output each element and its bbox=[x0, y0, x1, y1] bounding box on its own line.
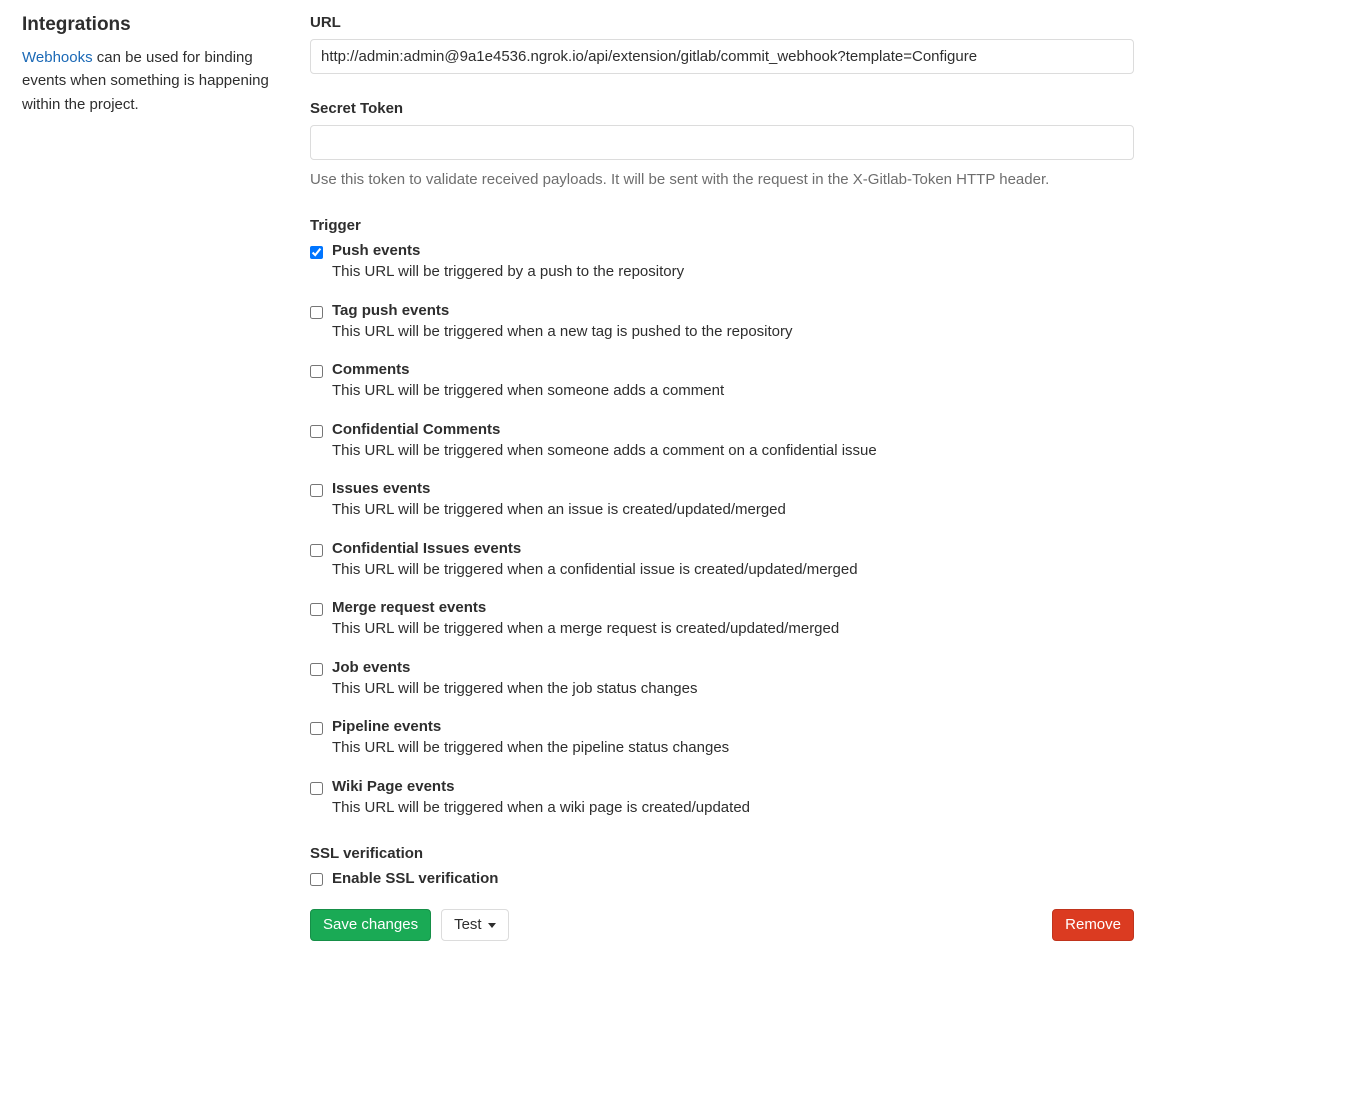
trigger-item: Confidential Issues events This URL will … bbox=[310, 540, 1134, 582]
trigger-title: Push events bbox=[332, 242, 1134, 259]
trigger-description: This URL will be triggered when someone … bbox=[332, 380, 1134, 403]
url-label: URL bbox=[310, 14, 1134, 31]
trigger-checkbox[interactable] bbox=[310, 484, 323, 497]
trigger-item: Tag push events This URL will be triggere… bbox=[310, 302, 1134, 344]
trigger-item: Job events This URL will be triggered whe… bbox=[310, 659, 1134, 701]
trigger-description: This URL will be triggered when a merge … bbox=[332, 618, 1134, 641]
trigger-item: Wiki Page events This URL will be trigger… bbox=[310, 778, 1134, 820]
webhooks-link[interactable]: Webhooks bbox=[22, 49, 93, 66]
chevron-down-icon bbox=[488, 923, 496, 928]
trigger-checkbox[interactable] bbox=[310, 306, 323, 319]
trigger-title: Wiki Page events bbox=[332, 778, 1134, 795]
ssl-verification-checkbox[interactable] bbox=[310, 873, 323, 886]
test-dropdown-button[interactable]: Test bbox=[441, 909, 509, 941]
trigger-checkbox[interactable] bbox=[310, 663, 323, 676]
sidebar: Integrations Webhooks can be used for bi… bbox=[22, 14, 270, 116]
trigger-title: Pipeline events bbox=[332, 718, 1134, 735]
sidebar-heading: Integrations bbox=[22, 14, 270, 36]
trigger-title: Tag push events bbox=[332, 302, 1134, 319]
trigger-title: Merge request events bbox=[332, 599, 1134, 616]
ssl-verification-label: Enable SSL verification bbox=[332, 870, 498, 887]
trigger-description: This URL will be triggered when a wiki p… bbox=[332, 797, 1134, 820]
trigger-item: Comments This URL will be triggered when … bbox=[310, 361, 1134, 403]
trigger-checkbox[interactable] bbox=[310, 365, 323, 378]
trigger-title: Issues events bbox=[332, 480, 1134, 497]
trigger-description: This URL will be triggered when the job … bbox=[332, 678, 1134, 701]
trigger-list: Push events This URL will be triggered by… bbox=[310, 242, 1134, 819]
trigger-description: This URL will be triggered when someone … bbox=[332, 440, 1134, 463]
ssl-verification-row: Enable SSL verification bbox=[310, 870, 1134, 887]
trigger-description: This URL will be triggered when a confid… bbox=[332, 559, 1134, 582]
trigger-checkbox[interactable] bbox=[310, 246, 323, 259]
save-button[interactable]: Save changes bbox=[310, 909, 431, 941]
trigger-description: This URL will be triggered when a new ta… bbox=[332, 321, 1134, 344]
trigger-description: This URL will be triggered when an issue… bbox=[332, 499, 1134, 522]
trigger-checkbox[interactable] bbox=[310, 425, 323, 438]
main-form: URL Secret Token Use this token to valid… bbox=[310, 14, 1134, 941]
trigger-title: Confidential Comments bbox=[332, 421, 1134, 438]
url-input[interactable] bbox=[310, 39, 1134, 74]
test-button-label: Test bbox=[454, 916, 482, 934]
trigger-description: This URL will be triggered when the pipe… bbox=[332, 737, 1134, 760]
trigger-checkbox[interactable] bbox=[310, 603, 323, 616]
trigger-title: Comments bbox=[332, 361, 1134, 378]
trigger-heading: Trigger bbox=[310, 217, 1134, 234]
secret-token-help: Use this token to validate received payl… bbox=[310, 168, 1134, 191]
trigger-item: Confidential Comments This URL will be tr… bbox=[310, 421, 1134, 463]
trigger-item: Push events This URL will be triggered by… bbox=[310, 242, 1134, 284]
secret-token-label: Secret Token bbox=[310, 100, 1134, 117]
trigger-item: Issues events This URL will be triggered … bbox=[310, 480, 1134, 522]
sidebar-description: Webhooks can be used for binding events … bbox=[22, 46, 270, 116]
trigger-item: Merge request events This URL will be tri… bbox=[310, 599, 1134, 641]
trigger-title: Confidential Issues events bbox=[332, 540, 1134, 557]
button-row: Save changes Test Remove bbox=[310, 909, 1134, 941]
trigger-checkbox[interactable] bbox=[310, 782, 323, 795]
trigger-title: Job events bbox=[332, 659, 1134, 676]
ssl-heading: SSL verification bbox=[310, 845, 1134, 862]
trigger-checkbox[interactable] bbox=[310, 544, 323, 557]
secret-token-input[interactable] bbox=[310, 125, 1134, 160]
remove-button[interactable]: Remove bbox=[1052, 909, 1134, 941]
trigger-description: This URL will be triggered by a push to … bbox=[332, 261, 1134, 284]
trigger-item: Pipeline events This URL will be triggere… bbox=[310, 718, 1134, 760]
trigger-checkbox[interactable] bbox=[310, 722, 323, 735]
